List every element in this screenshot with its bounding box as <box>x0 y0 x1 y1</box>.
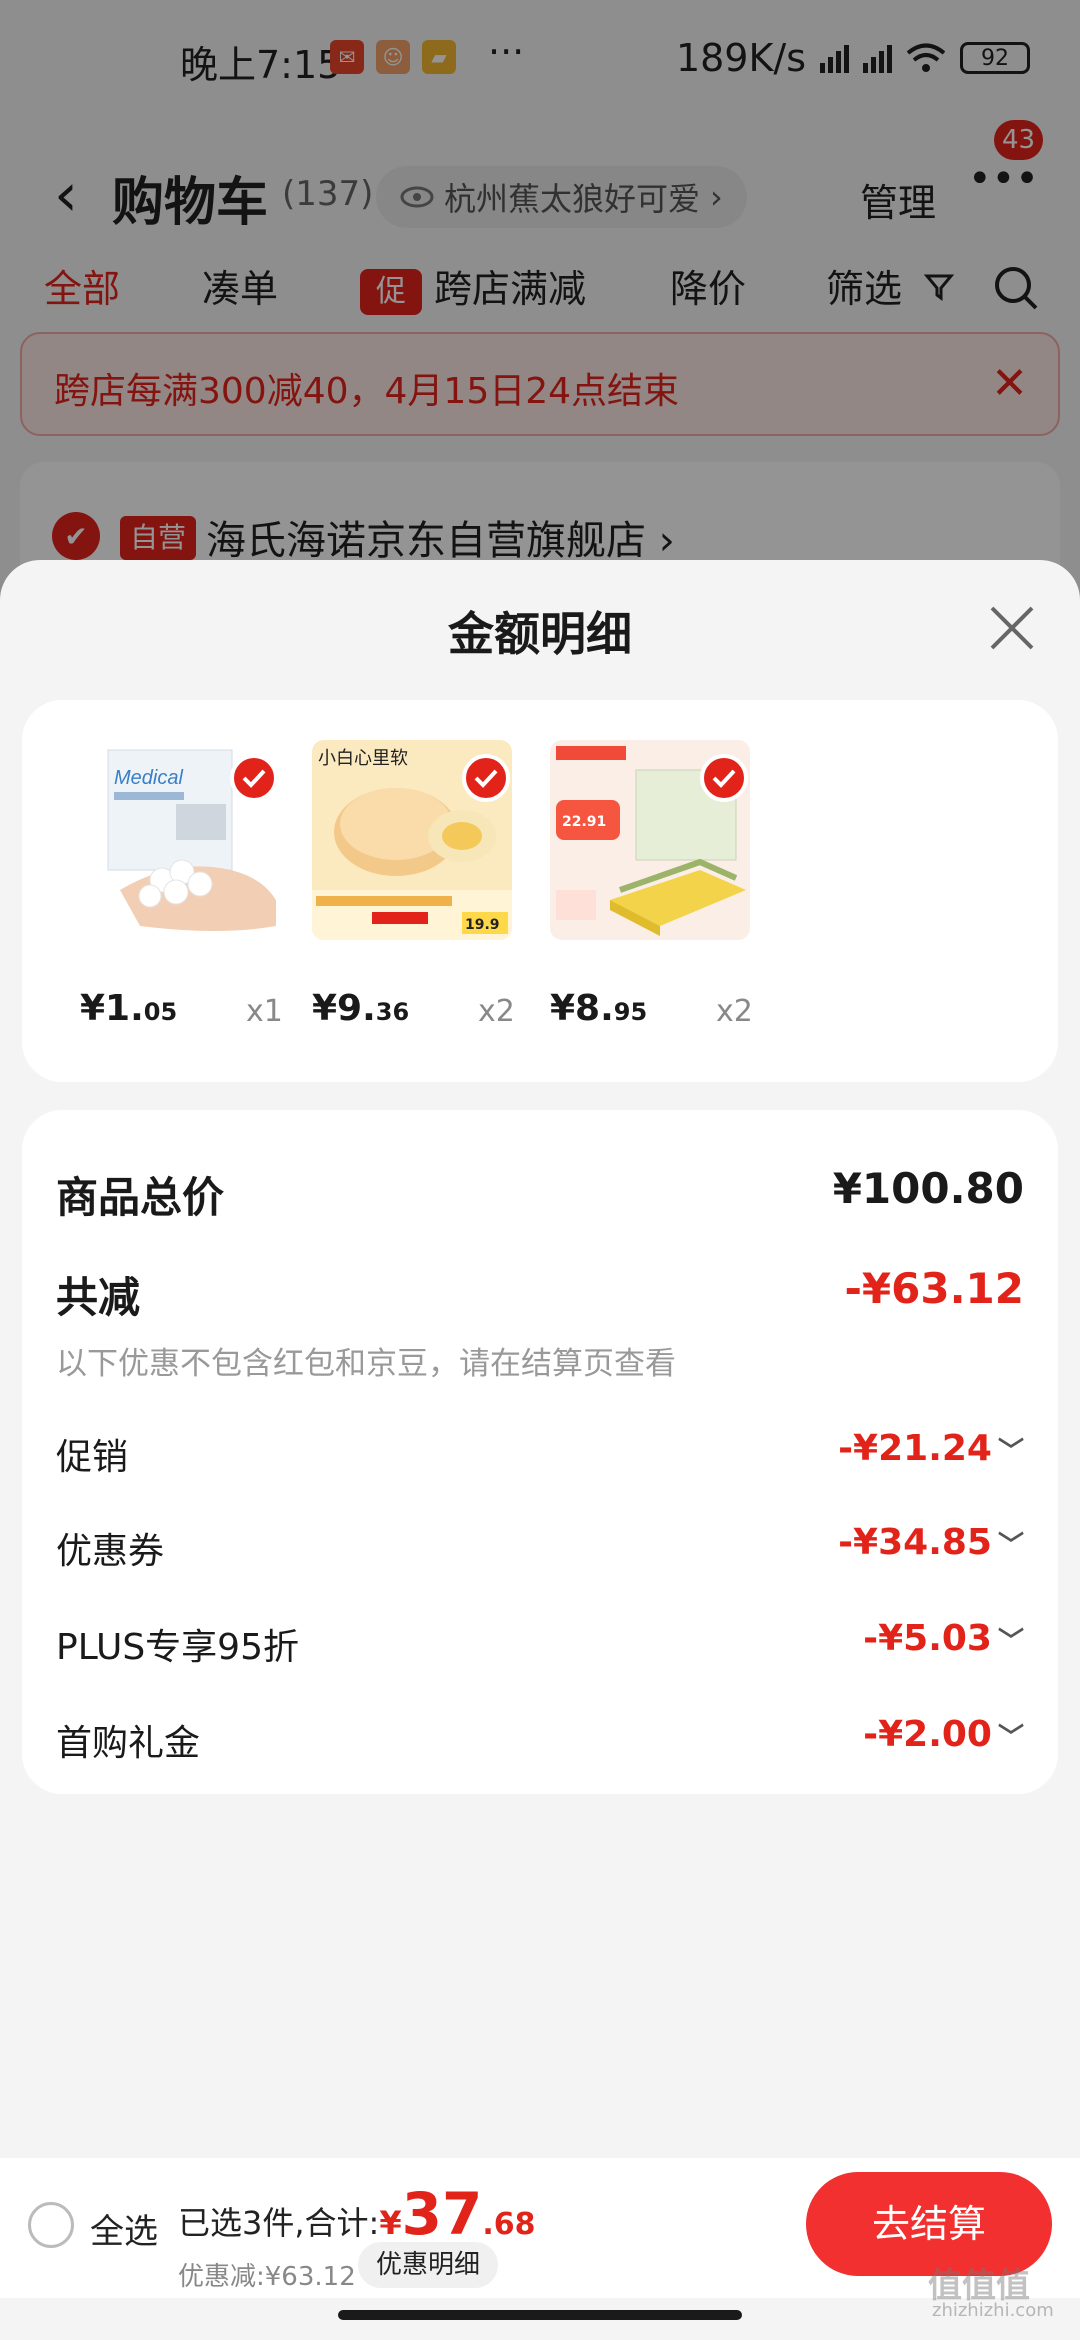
discount-row-value: -¥34.85 ﹀ <box>838 1522 1024 1563</box>
product-price: ¥1.05 <box>80 988 177 1029</box>
product-qty: x2 <box>478 994 515 1029</box>
product-price: ¥8.95 <box>550 988 647 1029</box>
discount-row-value: -¥5.03 ﹀ <box>863 1618 1024 1659</box>
select-all-label[interactable]: 全选 <box>90 2204 158 2253</box>
checkbox-checked-icon[interactable] <box>230 754 278 802</box>
bread-brand-text: 小白心里软 <box>318 748 408 769</box>
total-integer: 37 <box>401 2180 483 2248</box>
total-price-value: ¥100.80 <box>832 1164 1024 1213</box>
sheet-title: 金额明细 <box>448 607 632 661</box>
discount-row-label: PLUS专享95折 <box>56 1627 299 1668</box>
watermark-url: zhizhizhi.com <box>932 2300 1054 2321</box>
total-decimal: .68 <box>482 2207 536 2242</box>
checkbox-checked-icon[interactable] <box>462 754 510 802</box>
medical-brand-text: Medical <box>114 767 183 789</box>
total-price-label: 商品总价 <box>56 1173 225 1222</box>
summary-card: 商品总价 ¥100.80 共减 -¥63.12 以下优惠不包含红包和京豆，请在结… <box>22 1110 1058 1794</box>
discount-amount: 优惠减:¥63.12 <box>178 2262 356 2292</box>
products-card: Medical ¥1.05 x1 小白心里软 19.9 ¥9.36 x2 22.… <box>22 700 1058 1082</box>
product-price-int: ¥9. <box>312 988 376 1029</box>
chevron-down-icon: ﹀ <box>997 1627 1024 1657</box>
discount-note: 以下优惠不包含红包和京豆，请在结算页查看 <box>56 1346 676 1382</box>
discount-row-label: 促销 <box>56 1437 129 1478</box>
product-qty: x1 <box>246 994 283 1029</box>
product-price-dec: 36 <box>375 998 410 1026</box>
selected-count: 已选3件,合计: <box>178 2204 380 2242</box>
product-price-int: ¥8. <box>550 988 614 1029</box>
product-price-dec: 05 <box>143 998 178 1026</box>
total-reduce-value: -¥63.12 <box>844 1264 1024 1313</box>
chevron-down-icon: ﹀ <box>997 1437 1024 1467</box>
checkbox-checked-icon[interactable] <box>700 754 748 802</box>
cake-tag-price: 22.91 <box>562 814 606 830</box>
select-all-checkbox[interactable] <box>28 2202 74 2248</box>
discount-row-amount: -¥34.85 <box>838 1522 992 1563</box>
total-reduce-label: 共减 <box>56 1273 141 1322</box>
product-price-int: ¥1. <box>80 988 144 1029</box>
product-qty: x2 <box>716 994 753 1029</box>
product-price: ¥9.36 <box>312 988 409 1029</box>
product-price-dec: 95 <box>613 998 648 1026</box>
discount-detail-button[interactable]: 优惠明细 <box>358 2242 499 2288</box>
amount-detail-sheet: 金额明细 Medical ¥1.05 x1 小白心里软 19.9 ¥9.36 x… <box>0 560 1080 2340</box>
checkout-bar: 全选 已选3件,合计:¥37.68 优惠减:¥63.12 优惠明细 去结算 <box>0 2158 1080 2298</box>
discount-row-label: 优惠券 <box>56 1531 165 1572</box>
close-icon[interactable] <box>984 600 1040 656</box>
discount-row-value: -¥2.00 ﹀ <box>863 1714 1024 1755</box>
discount-row-amount: -¥2.00 <box>863 1714 992 1755</box>
chevron-down-icon: ﹀ <box>997 1531 1024 1561</box>
discount-row-label: 首购礼金 <box>56 1723 201 1764</box>
total-line: 已选3件,合计:¥37.68 <box>178 2180 535 2248</box>
discount-row-value: -¥21.24 ﹀ <box>838 1428 1024 1469</box>
discount-row-amount: -¥21.24 <box>838 1428 992 1469</box>
chevron-down-icon: ﹀ <box>997 1723 1024 1753</box>
total-currency: ¥ <box>379 2204 402 2242</box>
discount-row-amount: -¥5.03 <box>863 1618 992 1659</box>
bread-tag-price: 19.9 <box>465 917 500 933</box>
home-indicator[interactable] <box>338 2310 742 2320</box>
